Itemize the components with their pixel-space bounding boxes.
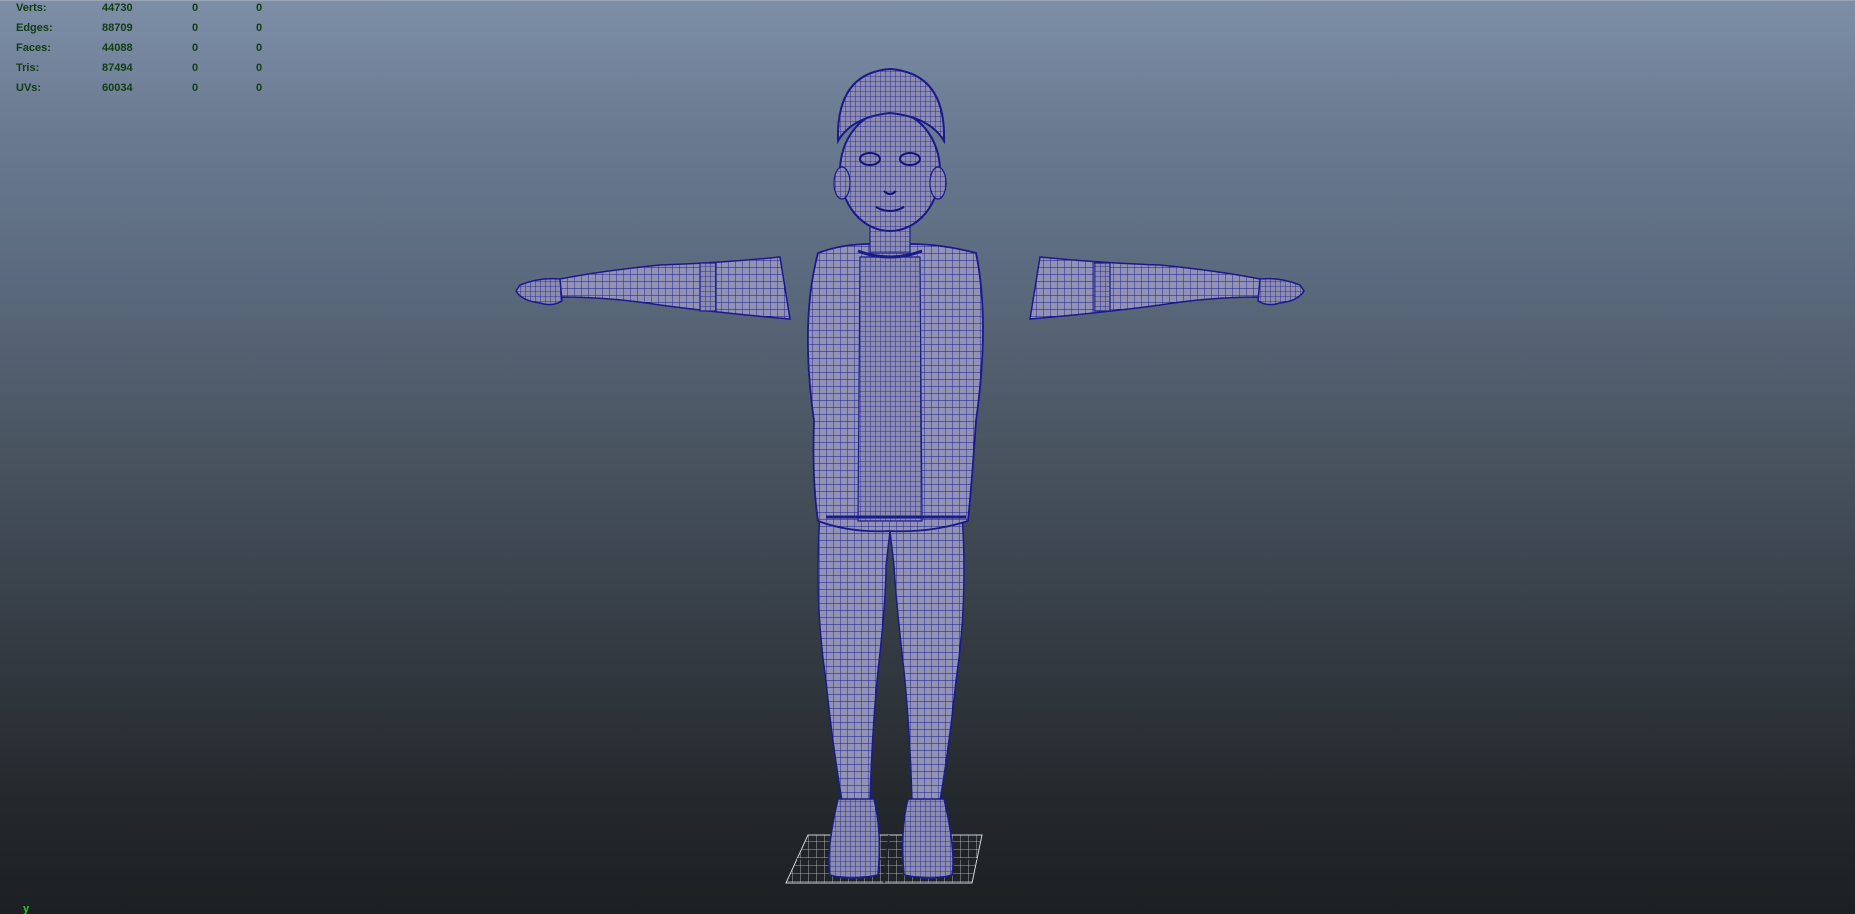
hud-value: 0 (256, 62, 263, 74)
hud-value: 0 (192, 82, 199, 94)
hud-label: UVs: (16, 82, 42, 94)
hud-value: 0 (256, 2, 263, 14)
axis-gizmo-y-label: y (23, 903, 30, 914)
hud-row-faces: Faces: 44088 0 0 (16, 42, 276, 62)
head (839, 110, 941, 232)
hud-label: Faces: (16, 42, 51, 54)
left-shoe (828, 798, 881, 879)
hud-row-verts: Verts: 44730 0 0 (16, 2, 276, 22)
hud-value: 0 (256, 22, 263, 34)
poly-count-hud: Verts: 44730 0 0 Edges: 88709 0 0 Faces:… (16, 2, 276, 102)
hud-value: 0 (192, 22, 199, 34)
hud-value: 0 (256, 82, 263, 94)
left-hand (515, 277, 563, 306)
hud-value: 44088 (102, 42, 133, 54)
right-hand (1257, 277, 1305, 306)
wireframe-character-model[interactable] (0, 1, 1855, 914)
right-shoe (901, 798, 954, 879)
left-leg (817, 512, 891, 802)
hud-value: 44730 (102, 2, 133, 14)
hud-value: 0 (192, 2, 199, 14)
right-leg (889, 512, 965, 802)
shirt-front (857, 256, 923, 522)
hud-value: 88709 (102, 22, 133, 34)
hud-value: 0 (192, 42, 199, 54)
hud-row-tris: Tris: 87494 0 0 (16, 62, 276, 82)
hud-label: Edges: (16, 22, 53, 34)
hud-label: Tris: (16, 62, 40, 74)
3d-viewport[interactable]: Verts: 44730 0 0 Edges: 88709 0 0 Faces:… (0, 0, 1855, 914)
hud-row-uvs: UVs: 60034 0 0 (16, 82, 276, 102)
hud-value: 60034 (102, 82, 133, 94)
hud-label: Verts: (16, 2, 47, 14)
hud-value: 87494 (102, 62, 133, 74)
hud-value: 0 (256, 42, 263, 54)
hud-row-edges: Edges: 88709 0 0 (16, 22, 276, 42)
hud-value: 0 (192, 62, 199, 74)
